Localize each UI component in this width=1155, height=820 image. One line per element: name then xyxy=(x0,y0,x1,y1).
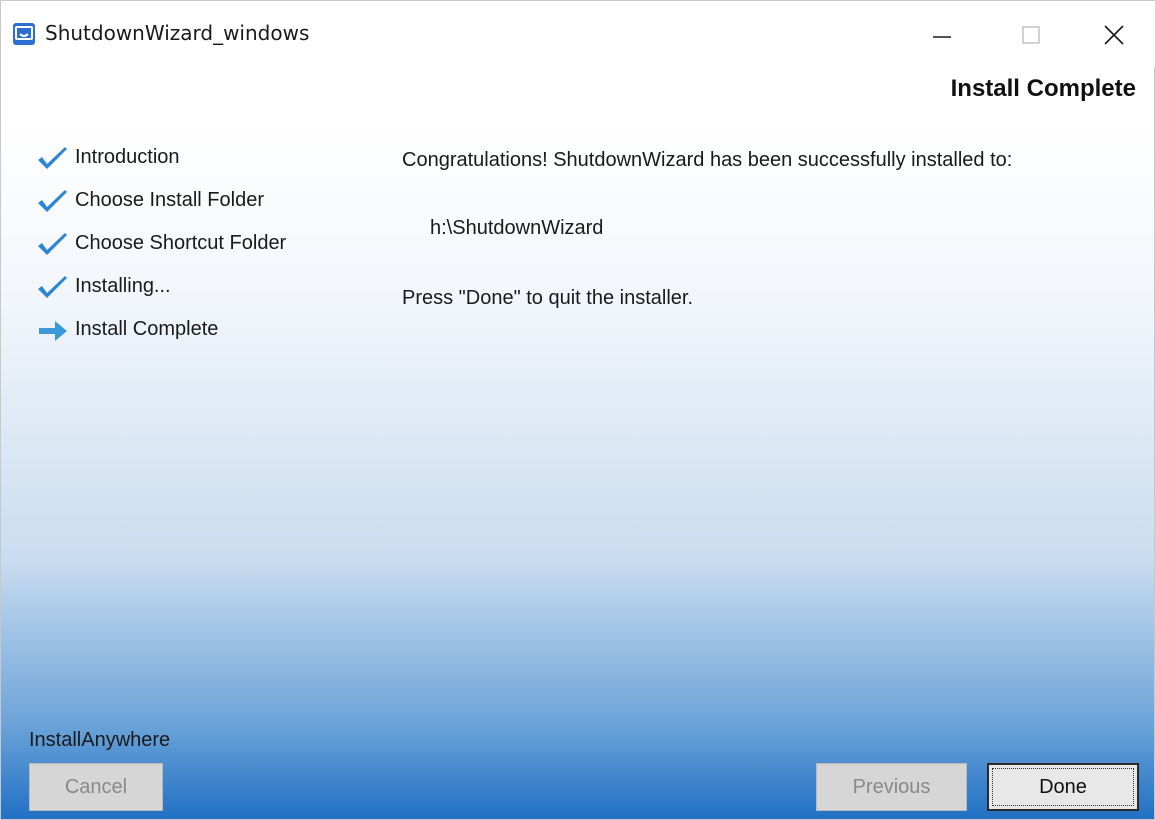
previous-button[interactable]: Previous xyxy=(816,763,967,811)
close-icon xyxy=(1104,25,1124,45)
step-label: Introduction xyxy=(75,146,180,168)
page-title: Install Complete xyxy=(950,75,1136,102)
close-button[interactable] xyxy=(1095,15,1141,55)
focus-ring xyxy=(992,768,1134,806)
success-message: Congratulations! ShutdownWizard has been… xyxy=(402,149,1013,171)
checkmark-icon xyxy=(37,146,69,172)
minimize-button[interactable] xyxy=(919,15,965,55)
title-bar: ShutdownWizard_windows xyxy=(1,1,1155,67)
brand-label: InstallAnywhere xyxy=(29,729,171,751)
installer-app-icon xyxy=(13,23,35,45)
checkmark-icon xyxy=(37,275,69,301)
checkmark-icon xyxy=(37,189,69,215)
installer-window: ShutdownWizard_windows Install Complete … xyxy=(0,0,1155,820)
checkmark-icon xyxy=(37,232,69,258)
step-introduction: Introduction xyxy=(37,143,357,173)
step-label: Choose Install Folder xyxy=(75,189,264,211)
step-choose-install-folder: Choose Install Folder xyxy=(37,186,357,216)
step-label: Installing... xyxy=(75,275,171,297)
done-button[interactable]: Done xyxy=(987,763,1139,811)
step-choose-shortcut-folder: Choose Shortcut Folder xyxy=(37,229,357,259)
maximize-icon xyxy=(1022,26,1040,44)
step-installing: Installing... xyxy=(37,272,357,302)
step-label: Install Complete xyxy=(75,318,219,340)
quit-instruction: Press "Done" to quit the installer. xyxy=(402,287,694,309)
cancel-button[interactable]: Cancel xyxy=(29,763,163,811)
maximize-button[interactable] xyxy=(1009,15,1055,55)
window-title: ShutdownWizard_windows xyxy=(45,21,310,45)
step-install-complete: Install Complete xyxy=(37,315,357,345)
arrow-right-icon xyxy=(37,318,69,344)
step-label: Choose Shortcut Folder xyxy=(75,232,287,254)
minimize-icon xyxy=(933,36,951,38)
install-path: h:\ShutdownWizard xyxy=(430,217,604,239)
